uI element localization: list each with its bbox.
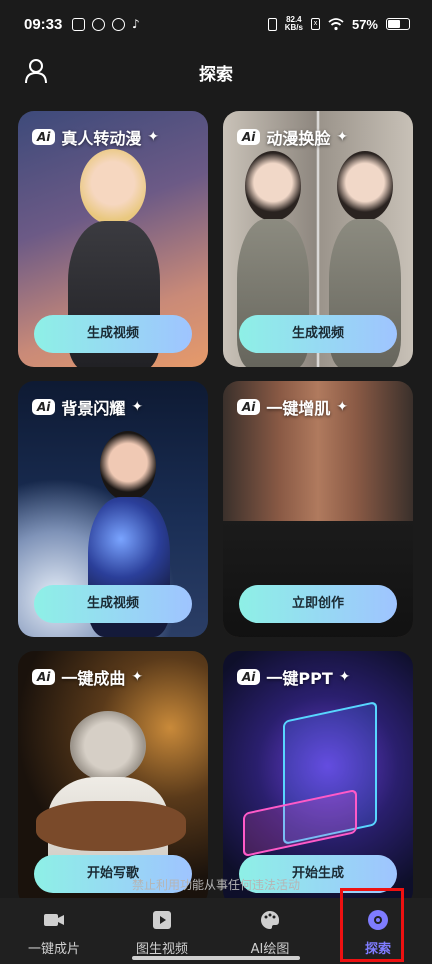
- notification-app-icon: [112, 18, 125, 31]
- sparkle-icon: ✦: [147, 129, 160, 145]
- nav-item-one-click-video[interactable]: 一键成片: [0, 898, 108, 964]
- sim-icon: x: [310, 18, 320, 30]
- battery-percent: 57%: [351, 16, 378, 32]
- highlight-frame: [340, 888, 404, 962]
- status-time: 09:33: [24, 16, 63, 33]
- palette-icon: [260, 910, 280, 929]
- status-right: 82.4 KB/s x 57%: [267, 15, 410, 32]
- card-title: Ai 真人转动漫 ✦: [32, 125, 159, 149]
- card-muscle-gain[interactable]: Ai 一键增肌 ✦ 立即创作: [223, 381, 413, 637]
- card-title: Ai 动漫换脸 ✦: [237, 125, 348, 149]
- card-one-click-song[interactable]: Ai 一键成曲 ✦ 开始写歌: [18, 651, 208, 907]
- home-indicator: [132, 956, 300, 960]
- play-square-icon: [153, 911, 171, 929]
- status-bar: 09:33 ♪ 82.4 KB/s x 57%: [0, 0, 432, 52]
- sparkle-icon: ✦: [336, 399, 349, 415]
- page-title: 探索: [199, 65, 233, 85]
- battery-icon: [386, 18, 410, 30]
- ai-badge: Ai: [237, 399, 261, 415]
- create-now-button[interactable]: 立即创作: [239, 585, 397, 623]
- wifi-icon: [328, 17, 344, 30]
- notification-app-icon: [72, 18, 85, 31]
- card-title: Ai 一键PPT ✦: [237, 665, 351, 689]
- sparkle-icon: ✦: [336, 129, 349, 145]
- notification-app-icon: [92, 18, 105, 31]
- card-real-to-anime[interactable]: Ai 真人转动漫 ✦ 生成视频: [18, 111, 208, 367]
- ai-badge: Ai: [32, 129, 56, 145]
- card-title: Ai 一键增肌 ✦: [237, 395, 348, 419]
- network-speed: 82.4 KB/s: [284, 15, 303, 32]
- nav-item-image-to-video[interactable]: 图生视频: [108, 898, 216, 964]
- generate-video-button[interactable]: 生成视频: [34, 315, 192, 353]
- card-one-click-ppt[interactable]: Ai 一键PPT ✦ 开始生成: [223, 651, 413, 907]
- ai-badge: Ai: [32, 399, 56, 415]
- header: 探索: [0, 52, 432, 96]
- card-anime-face-swap[interactable]: Ai 动漫换脸 ✦ 生成视频: [223, 111, 413, 367]
- ai-badge: Ai: [32, 669, 56, 685]
- video-camera-icon: [44, 914, 64, 926]
- generate-video-button[interactable]: 生成视频: [34, 585, 192, 623]
- card-title: Ai 一键成曲 ✦: [32, 665, 143, 689]
- ai-badge: Ai: [237, 669, 261, 685]
- sparkle-icon: ✦: [338, 669, 351, 685]
- notification-icons: ♪: [72, 18, 145, 31]
- generate-video-button[interactable]: 生成视频: [239, 315, 397, 353]
- tiktok-icon: ♪: [132, 17, 140, 31]
- guitar-shape: [36, 801, 186, 851]
- ai-badge: Ai: [237, 129, 261, 145]
- sparkle-icon: ✦: [131, 399, 144, 415]
- vibrate-icon: [267, 17, 277, 31]
- nav-item-ai-drawing[interactable]: AI绘图: [216, 898, 324, 964]
- card-title: Ai 背景闪耀 ✦: [32, 395, 143, 419]
- card-background-shine[interactable]: Ai 背景闪耀 ✦ 生成视频: [18, 381, 208, 637]
- sparkle-icon: ✦: [131, 669, 144, 685]
